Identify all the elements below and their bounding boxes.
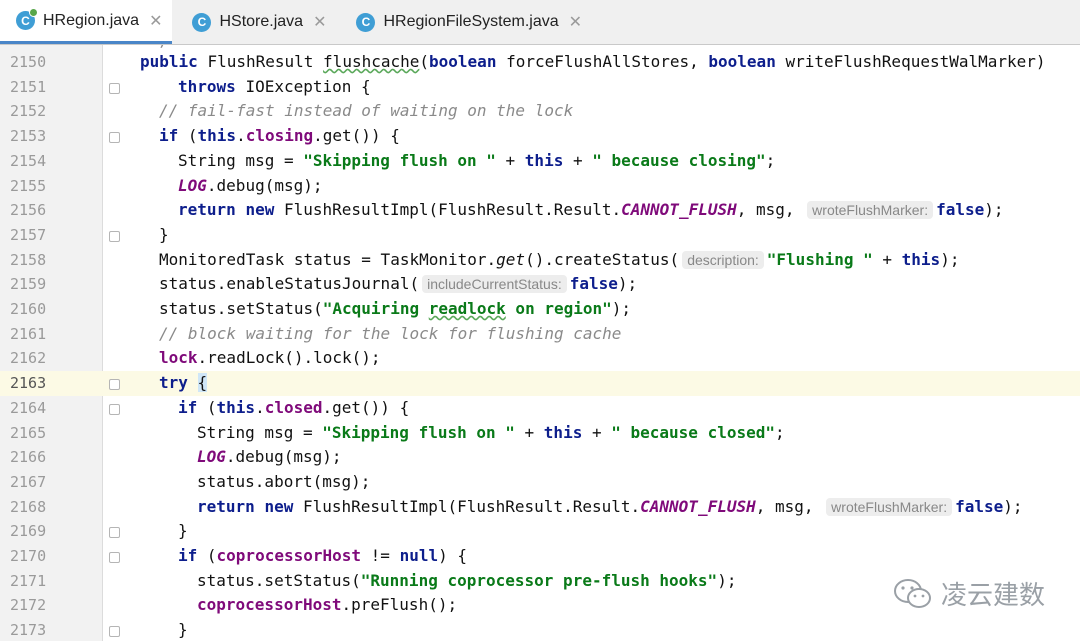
- code-text: status.abort(msg);: [197, 471, 371, 491]
- code-text: String msg = "Skipping flush on " + this…: [178, 150, 776, 170]
- parameter-hint: description:: [682, 250, 764, 269]
- code-line: 2173 }: [0, 618, 1080, 643]
- code-text: try {: [159, 373, 208, 393]
- fold-marker-icon[interactable]: [109, 82, 120, 94]
- line-number: 2158: [10, 250, 47, 269]
- line-number: 2166: [10, 448, 47, 467]
- editor-tab-bar: C HRegion.java ✕ C HStore.java ✕ C HRegi…: [0, 0, 1080, 45]
- parameter-hint: wroteFlushMarker:: [807, 201, 934, 220]
- code-text: status.enableStatusJournal(includeCurren…: [159, 274, 638, 294]
- code-text: lock.readLock().lock();: [159, 348, 381, 368]
- line-number: 2172: [10, 596, 47, 615]
- line-number: 2171: [10, 571, 47, 590]
- code-line: 2158 MonitoredTask status = TaskMonitor.…: [0, 248, 1080, 273]
- code-line: 2170 if (coprocessorHost != null) {: [0, 544, 1080, 569]
- java-class-icon: C: [356, 12, 376, 32]
- wechat-icon: [894, 578, 931, 608]
- code-line: 2164 if (this.closed.get()) {: [0, 396, 1080, 421]
- code-text: LOG.debug(msg);: [197, 447, 342, 467]
- line-number: 2162: [10, 349, 47, 368]
- code-line: 2161 // block waiting for the lock for f…: [0, 322, 1080, 347]
- line-number: 2156: [10, 201, 47, 220]
- code-text: status.setStatus("Running coprocessor pr…: [197, 570, 737, 590]
- code-text: }: [178, 620, 188, 640]
- tab-label: HRegionFileSystem.java: [383, 13, 559, 30]
- line-number: 2154: [10, 151, 47, 170]
- code-line: 2150 public FlushResult flushcache(boole…: [0, 50, 1080, 75]
- fold-marker-icon[interactable]: [109, 552, 120, 563]
- code-text: return new FlushResultImpl(FlushResult.R…: [178, 200, 1004, 220]
- code-line: 2152 // fail-fast instead of waiting on …: [0, 99, 1080, 124]
- code-line: 2166 LOG.debug(msg);: [0, 445, 1080, 470]
- code-text: if (this.closed.get()) {: [178, 397, 410, 417]
- fold-marker-icon[interactable]: [109, 379, 120, 391]
- code-line: 2151 throws IOException {: [0, 75, 1080, 100]
- close-icon[interactable]: ✕: [313, 12, 326, 32]
- line-number: 2167: [10, 472, 47, 491]
- line-number: 2169: [10, 522, 47, 541]
- code-text: // fail-fast instead of waiting on the l…: [159, 101, 574, 121]
- fold-marker-icon[interactable]: [109, 527, 120, 539]
- code-text: if (coprocessorHost != null) {: [178, 546, 467, 565]
- code-text: public FlushResult flushcache(boolean fo…: [140, 52, 1046, 71]
- code-text: }: [178, 521, 188, 541]
- code-line: 2153 if (this.closing.get()) {: [0, 124, 1080, 149]
- parameter-hint: wroteFlushMarker:: [826, 497, 953, 516]
- line-number: 2150: [10, 53, 47, 71]
- code-text: String msg = "Skipping flush on " + this…: [197, 422, 785, 442]
- tab-hstore[interactable]: C HStore.java ✕: [176, 0, 336, 44]
- code-text: LOG.debug(msg);: [178, 175, 323, 195]
- close-icon[interactable]: ✕: [569, 12, 582, 32]
- code-line: 2160 status.setStatus("Acquiring readloc…: [0, 297, 1080, 322]
- line-number: 2151: [10, 77, 47, 96]
- tab-hregionfilesystem[interactable]: C HRegionFileSystem.java ✕: [340, 0, 592, 44]
- line-number: 2152: [10, 102, 47, 121]
- code-line: 2156 return new FlushResultImpl(FlushRes…: [0, 198, 1080, 223]
- line-number: 2164: [10, 398, 47, 417]
- tab-label: HStore.java: [219, 13, 304, 30]
- tab-hregion[interactable]: C HRegion.java ✕: [0, 0, 173, 44]
- line-number: 2153: [10, 127, 47, 146]
- code-text: throws IOException {: [178, 76, 371, 96]
- current-code-line: 2163 try {: [0, 371, 1080, 396]
- code-text: }: [159, 224, 169, 244]
- code-line: 2165 String msg = "Skipping flush on " +…: [0, 421, 1080, 446]
- code-text: status.setStatus("Acquiring readlock on …: [159, 299, 632, 318]
- fold-marker-icon[interactable]: [109, 403, 120, 415]
- line-number: 2157: [10, 225, 47, 244]
- fold-marker-icon[interactable]: [109, 230, 120, 242]
- line-number: 2159: [10, 275, 47, 294]
- line-number: 2155: [10, 176, 47, 195]
- code-line: 2162 lock.readLock().lock();: [0, 346, 1080, 371]
- line-number: 2163: [10, 374, 47, 393]
- parameter-hint: includeCurrentStatus:: [422, 275, 567, 294]
- close-icon[interactable]: ✕: [149, 11, 162, 31]
- code-line: 2155 LOG.debug(msg);: [0, 174, 1080, 199]
- java-class-icon: C: [192, 12, 212, 32]
- code-text: coprocessorHost.preFlush();: [197, 595, 458, 615]
- code-text: return new FlushResultImpl(FlushResult.R…: [197, 496, 1023, 516]
- code-line: 2167 status.abort(msg);: [0, 470, 1080, 495]
- java-class-icon: C: [16, 8, 38, 30]
- code-line: 2154 String msg = "Skipping flush on " +…: [0, 149, 1080, 174]
- code-line: 2168 return new FlushResultImpl(FlushRes…: [0, 495, 1080, 520]
- fold-marker-icon[interactable]: [109, 626, 120, 638]
- line-number: 2173: [10, 621, 47, 640]
- line-number: 2161: [10, 324, 47, 343]
- line-number: 2165: [10, 423, 47, 442]
- watermark-text: 凌云建数: [941, 581, 1046, 611]
- code-text: // block waiting for the lock for flushi…: [159, 323, 622, 343]
- line-number: 2168: [10, 497, 47, 516]
- code-line: 2169 }: [0, 519, 1080, 544]
- line-number: 2170: [10, 547, 47, 565]
- tab-label: HRegion.java: [43, 11, 140, 29]
- code-text: MonitoredTask status = TaskMonitor.get()…: [159, 249, 960, 269]
- code-text: if (this.closing.get()) {: [159, 126, 400, 146]
- line-number: 2160: [10, 300, 47, 318]
- watermark: 凌云建数: [893, 575, 1045, 612]
- code-line: 2159 status.enableStatusJournal(includeC…: [0, 272, 1080, 297]
- fold-marker-icon[interactable]: [109, 132, 120, 144]
- code-line: 2157 }: [0, 223, 1080, 248]
